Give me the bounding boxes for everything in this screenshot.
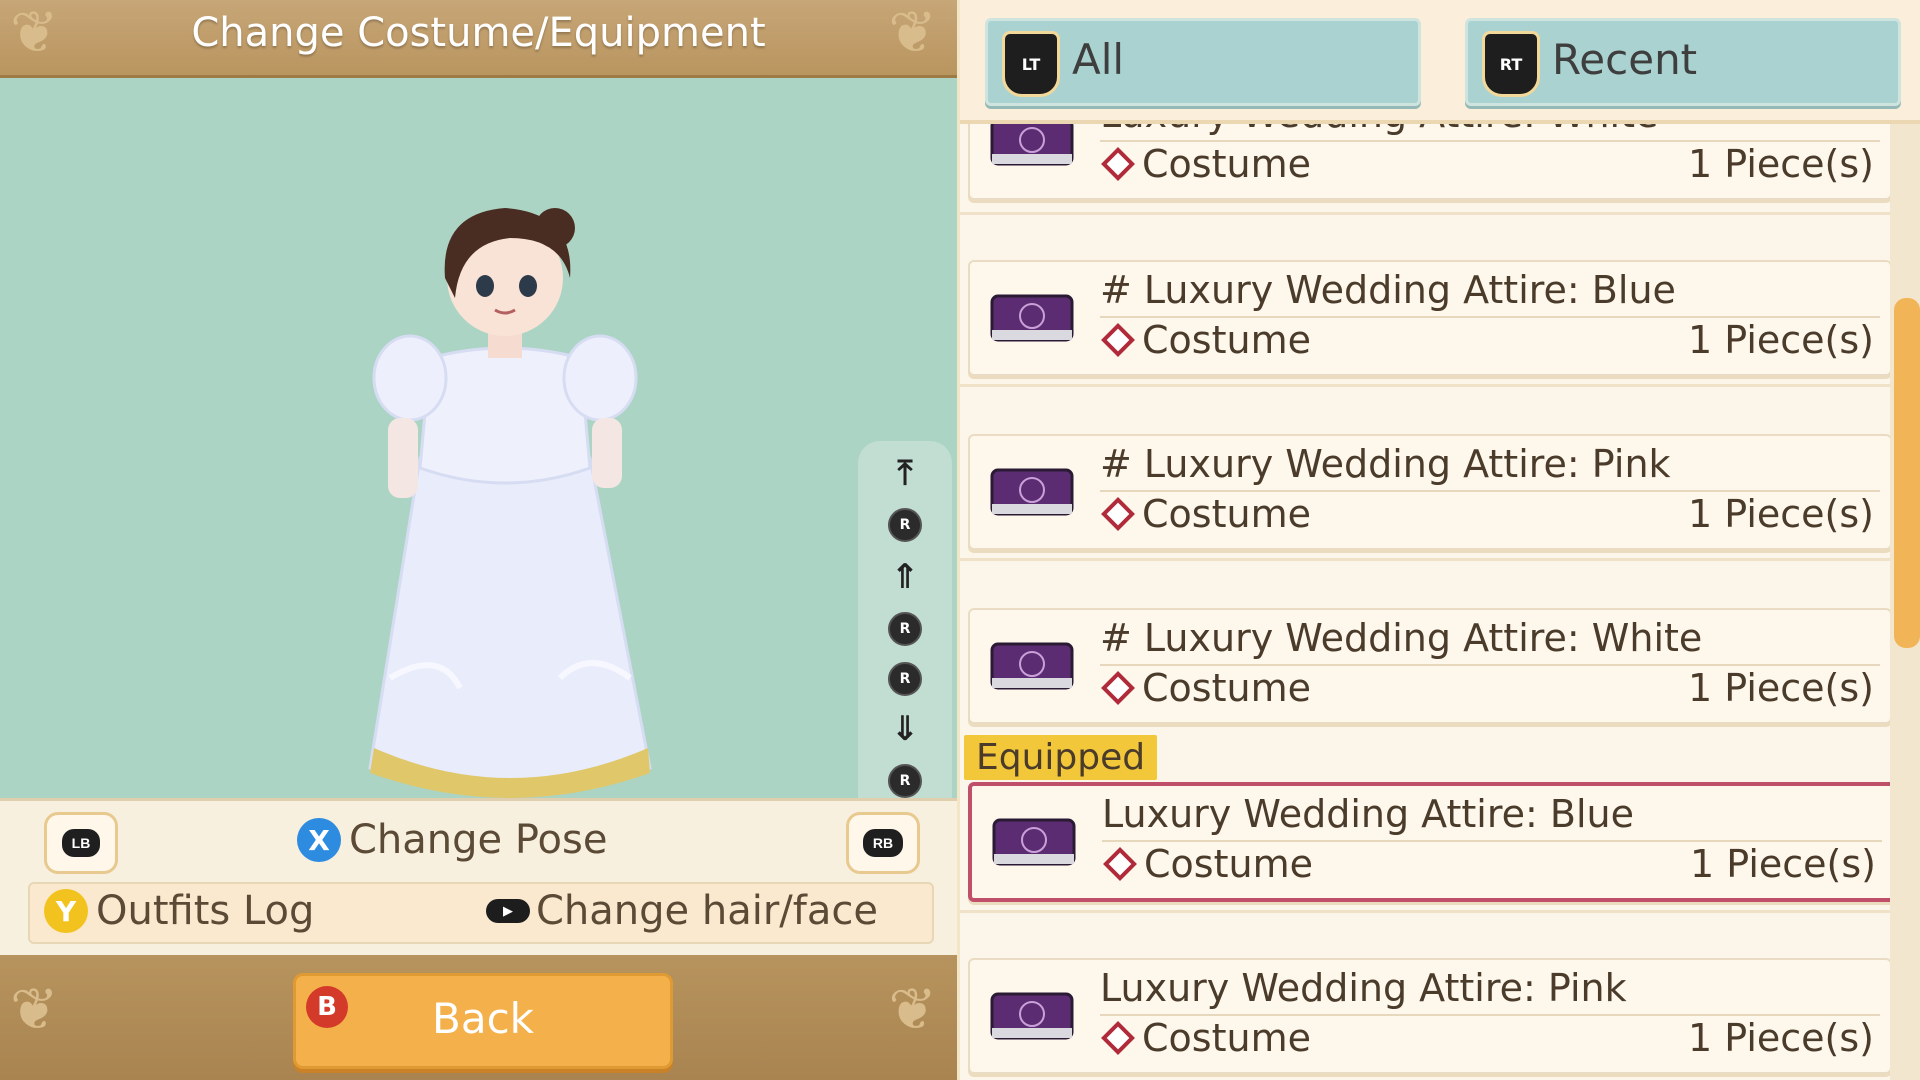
item-category: Costume bbox=[1100, 318, 1311, 362]
costume-case-icon bbox=[992, 818, 1076, 866]
diamond-icon bbox=[1101, 1021, 1135, 1055]
diamond-icon bbox=[1101, 147, 1135, 181]
character-model bbox=[368, 208, 652, 798]
item-name: # Luxury Wedding Attire: Pink bbox=[1100, 442, 1671, 486]
item-quantity: 1 Piece(s) bbox=[1688, 142, 1874, 186]
page-title: Change Costume/Equipment bbox=[191, 10, 766, 56]
costume-case-icon bbox=[990, 294, 1074, 342]
character-preview[interactable]: ⤒ R ⇑ R R ⇓ R ⤓ bbox=[0, 78, 957, 871]
list-item[interactable]: # Luxury Wedding Attire: Pink Costume 1 … bbox=[968, 434, 1890, 550]
item-quantity: 1 Piece(s) bbox=[1688, 492, 1874, 536]
list-item[interactable]: Luxury Wedding Attire: White Costume 1 P… bbox=[968, 124, 1890, 200]
tab-all[interactable]: LT All bbox=[985, 18, 1421, 106]
ornament-icon: ❦ bbox=[888, 975, 937, 1043]
tab-recent-label: Recent bbox=[1552, 35, 1698, 84]
diamond-icon bbox=[1103, 847, 1137, 881]
camera-top-icon[interactable]: ⤒ bbox=[870, 451, 940, 495]
list-item[interactable]: # Luxury Wedding Attire: White Costume 1… bbox=[968, 608, 1890, 724]
lb-button[interactable]: LB bbox=[44, 812, 118, 874]
divider bbox=[960, 558, 1890, 561]
item-category: Costume bbox=[1102, 842, 1313, 886]
diamond-icon bbox=[1101, 497, 1135, 531]
list-item[interactable]: Luxury Wedding Attire: Pink Costume 1 Pi… bbox=[968, 958, 1890, 1074]
camera-zoom-up-icon[interactable]: ⇑ bbox=[870, 555, 940, 599]
ornament-icon: ❦ bbox=[10, 975, 59, 1043]
item-name: # Luxury Wedding Attire: White bbox=[1100, 616, 1703, 660]
camera-rotate-right-icon[interactable]: R bbox=[870, 657, 940, 701]
tab-recent[interactable]: RT Recent bbox=[1465, 18, 1901, 106]
item-name: # Luxury Wedding Attire: Blue bbox=[1100, 268, 1676, 312]
divider bbox=[960, 212, 1890, 215]
item-quantity: 1 Piece(s) bbox=[1688, 318, 1874, 362]
item-name: Luxury Wedding Attire: Pink bbox=[1100, 966, 1627, 1010]
ornament-icon: ❦ bbox=[888, 0, 937, 66]
diamond-icon bbox=[1101, 323, 1135, 357]
item-quantity: 1 Piece(s) bbox=[1688, 666, 1874, 710]
item-category: Costume bbox=[1100, 492, 1311, 536]
rb-icon: RB bbox=[862, 829, 904, 857]
item-quantity: 1 Piece(s) bbox=[1688, 1016, 1874, 1060]
outfits-log-label: Outfits Log bbox=[96, 888, 315, 934]
costume-case-icon bbox=[990, 468, 1074, 516]
back-label: Back bbox=[432, 994, 534, 1043]
list-item-selected[interactable]: Luxury Wedding Attire: Blue Costume 1 Pi… bbox=[968, 782, 1890, 902]
tab-bar: LT All RT Recent bbox=[960, 0, 1920, 124]
item-category: Costume bbox=[1100, 142, 1311, 186]
inventory-panel: LT All RT Recent Luxury Wedding Attire: … bbox=[960, 0, 1920, 1080]
costume-list: Luxury Wedding Attire: White Costume 1 P… bbox=[960, 124, 1890, 1080]
preview-panel: ❦ Change Costume/Equipment ❦ ⤒ R ⇑ R R ⇓… bbox=[0, 0, 957, 1080]
item-name: Luxury Wedding Attire: Blue bbox=[1102, 792, 1634, 836]
lb-icon: LB bbox=[61, 829, 101, 857]
camera-rotate-left-icon[interactable]: R bbox=[870, 607, 940, 651]
change-hair-face-label: Change hair/face bbox=[536, 888, 878, 934]
tab-all-label: All bbox=[1072, 35, 1125, 84]
rt-icon: RT bbox=[1482, 31, 1540, 97]
x-button-icon: X bbox=[297, 818, 341, 862]
item-quantity: 1 Piece(s) bbox=[1690, 842, 1876, 886]
change-hair-face-button[interactable]: ▶ Change hair/face bbox=[486, 888, 878, 934]
costume-case-icon bbox=[990, 992, 1074, 1040]
divider bbox=[960, 384, 1890, 387]
camera-zoom-down-icon[interactable]: ⇓ bbox=[870, 707, 940, 751]
rb-button[interactable]: RB bbox=[846, 812, 920, 874]
item-category: Costume bbox=[1100, 1016, 1311, 1060]
list-item[interactable]: # Luxury Wedding Attire: Blue Costume 1 … bbox=[968, 260, 1890, 376]
title-bar: ❦ Change Costume/Equipment ❦ bbox=[0, 0, 957, 78]
play-icon: ▶ bbox=[486, 899, 530, 923]
item-category: Costume bbox=[1100, 666, 1311, 710]
change-pose-button[interactable]: X Change Pose bbox=[297, 812, 607, 868]
scrollbar-thumb[interactable] bbox=[1894, 298, 1920, 648]
divider bbox=[960, 910, 1890, 913]
back-button[interactable]: B Back bbox=[293, 973, 673, 1069]
costume-case-icon bbox=[990, 642, 1074, 690]
options-row: Y Outfits Log ▶ Change hair/face bbox=[28, 882, 934, 944]
item-name: Luxury Wedding Attire: White bbox=[1100, 124, 1658, 136]
camera-rotate-up-icon[interactable]: R bbox=[870, 503, 940, 547]
lt-icon: LT bbox=[1002, 31, 1060, 97]
camera-rotate-down-icon[interactable]: R bbox=[870, 759, 940, 803]
diamond-icon bbox=[1101, 671, 1135, 705]
change-pose-label: Change Pose bbox=[349, 817, 608, 863]
y-button-icon: Y bbox=[44, 889, 88, 933]
equipped-section-label: Equipped bbox=[964, 735, 1158, 780]
costume-case-icon bbox=[990, 124, 1074, 166]
outfits-log-button[interactable]: Y Outfits Log bbox=[44, 888, 314, 934]
